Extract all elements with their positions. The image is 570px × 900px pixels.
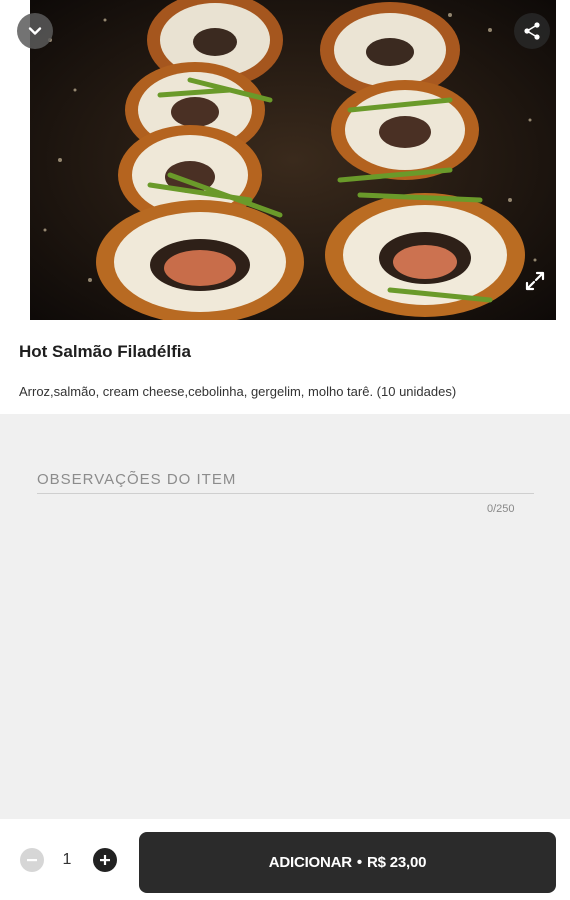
share-icon [524, 22, 540, 40]
product-photo [30, 0, 556, 320]
increase-quantity-button[interactable] [93, 848, 117, 872]
observations-input[interactable] [37, 466, 534, 494]
quantity-value: 1 [62, 851, 72, 868]
chevron-down-icon [28, 27, 42, 35]
order-bar: 1 ADICIONAR • R$ 23,00 [0, 819, 570, 900]
plus-icon [100, 855, 110, 865]
decrease-quantity-button[interactable] [20, 848, 44, 872]
observations-section: 0/250 [0, 414, 570, 819]
product-title: Hot Salmão Filadélfia [19, 342, 191, 361]
product-description: Arroz,salmão, cream cheese,cebolinha, ge… [19, 384, 457, 399]
add-to-cart-button[interactable]: ADICIONAR • R$ 23,00 [139, 832, 556, 893]
price-separator: • [356, 854, 362, 871]
add-button-price: R$ 23,00 [366, 854, 427, 871]
sushi-illustration [30, 0, 556, 320]
character-counter: 0/250 [487, 503, 515, 515]
minus-icon [27, 859, 37, 862]
product-hero [0, 0, 570, 320]
product-info: Hot Salmão Filadélfia Arroz,salmão, crea… [0, 320, 570, 414]
add-button-label: ADICIONAR [268, 854, 352, 871]
expand-icon [525, 271, 545, 291]
collapse-button[interactable] [17, 13, 53, 49]
product-detail-page: Hot Salmão Filadélfia Arroz,salmão, crea… [0, 0, 570, 900]
expand-image-button[interactable] [517, 263, 553, 299]
share-button[interactable] [514, 13, 550, 49]
